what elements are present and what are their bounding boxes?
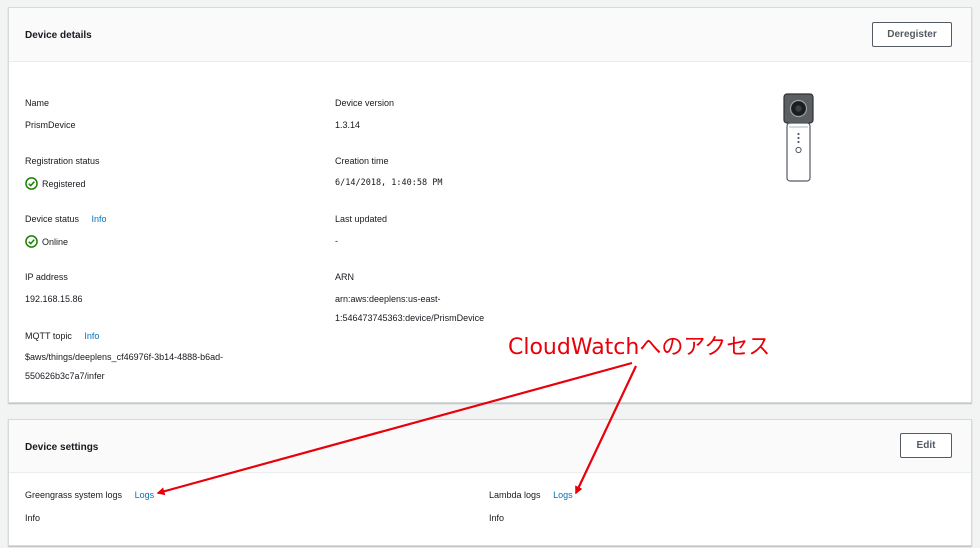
registration-status-label: Registration status xyxy=(25,156,100,166)
mqtt-topic-label: MQTT topic Info xyxy=(25,331,99,341)
ip-address-label: IP address xyxy=(25,272,68,282)
mqtt-topic-info-link[interactable]: Info xyxy=(84,331,99,341)
creation-time-value: 6/14/2018, 1:40:58 PM xyxy=(335,178,443,188)
greengrass-logs-label: Greengrass system logs Logs xyxy=(25,490,154,500)
device-status-info-link[interactable]: Info xyxy=(92,214,107,224)
device-details-title: Device details xyxy=(25,30,92,41)
device-status: Online xyxy=(25,235,68,248)
cloudwatch-annotation-text: CloudWatchへのアクセス xyxy=(508,335,771,360)
success-check-icon xyxy=(25,177,38,190)
device-version-label: Device version xyxy=(335,98,395,108)
last-updated-label: Last updated xyxy=(335,214,388,224)
device-settings-title: Device settings xyxy=(25,442,99,453)
lambda-logs-value: Info xyxy=(489,513,505,523)
creation-time-label: Creation time xyxy=(335,156,389,166)
device-settings-panel: Device settings Edit Greengrass system l… xyxy=(8,419,972,546)
arn-value-line1: arn:aws:deeplens:us-east- xyxy=(335,294,441,304)
registration-status: Registered xyxy=(25,177,86,190)
arn-value-line2: 1:546473745363:device/PrismDevice xyxy=(335,313,485,323)
device-settings-header: Device settings Edit xyxy=(9,420,971,473)
mqtt-topic-label-text: MQTT topic xyxy=(25,331,72,341)
arn-label: ARN xyxy=(335,272,355,282)
device-details-panel: Device details Deregister Name PrismDevi… xyxy=(8,7,972,403)
success-check-icon xyxy=(25,235,38,248)
lambda-logs-label: Lambda logs Logs xyxy=(489,490,573,500)
ip-address-value: 192.168.15.86 xyxy=(25,294,83,304)
device-status-value: Online xyxy=(42,236,69,247)
device-status-label: Device status Info xyxy=(25,214,107,224)
mqtt-topic-value-line2: 550626b3c7a7/infer xyxy=(25,371,105,381)
device-status-label-text: Device status xyxy=(25,214,80,224)
mqtt-topic-value-line1: $aws/things/deeplens_cf46976f-3b14-4888-… xyxy=(25,352,224,362)
lambda-logs-label-text: Lambda logs xyxy=(489,490,541,500)
greengrass-logs-value: Info xyxy=(25,513,41,523)
device-version-value: 1.3.14 xyxy=(335,120,361,130)
deregister-button[interactable]: Deregister xyxy=(872,22,952,47)
name-label: Name xyxy=(25,98,50,108)
greengrass-logs-link[interactable]: Logs xyxy=(135,490,155,500)
deeplens-camera-icon xyxy=(783,93,814,182)
registration-status-value: Registered xyxy=(42,178,86,189)
last-updated-value: - xyxy=(335,236,338,246)
edit-button[interactable]: Edit xyxy=(900,433,952,458)
device-details-header: Device details Deregister xyxy=(9,8,971,62)
name-value: PrismDevice xyxy=(25,120,76,130)
greengrass-logs-label-text: Greengrass system logs xyxy=(25,490,123,500)
lambda-logs-link[interactable]: Logs xyxy=(553,490,573,500)
